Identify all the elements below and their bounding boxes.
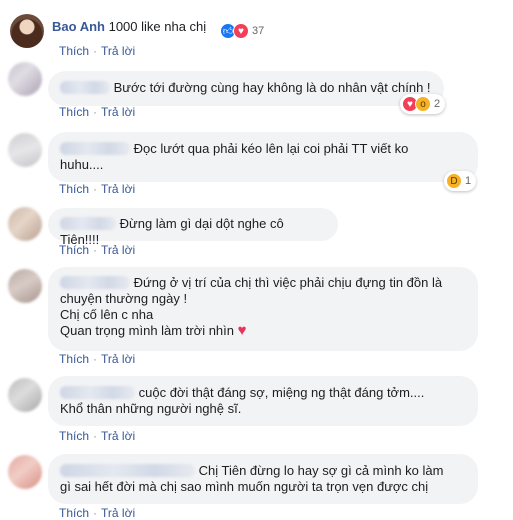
comment-bubble: Bước tới đường cùng hay không là do nhân… xyxy=(48,71,444,106)
comment: cuộc đời thật đáng sợ, miệng ng thật đán… xyxy=(0,372,513,452)
comment-actions: Thích · Trả lời xyxy=(59,352,136,366)
comment: Bước tới đường cùng hay không là do nhân… xyxy=(0,60,513,123)
reaction-count: 2 xyxy=(434,98,441,110)
comment-text-line: Chị cố lên c nha xyxy=(60,307,154,322)
like-button[interactable]: Thích xyxy=(59,105,89,119)
comment-text-line: chuyện thường ngày ! xyxy=(60,291,188,306)
like-button[interactable]: Thích xyxy=(59,44,89,58)
comment-text-line: Chị Tiên đừng lo hay sợ gì cả mình ko là… xyxy=(198,463,444,478)
comment-author[interactable] xyxy=(60,464,195,477)
comment-bubble: cuộc đời thật đáng sợ, miệng ng thật đán… xyxy=(48,376,478,426)
comment: Đọc lướt qua phải kéo lên lại coi phải T… xyxy=(0,123,513,200)
comment-actions: Thích · Trả lời xyxy=(59,506,136,520)
reply-button[interactable]: Trả lời xyxy=(101,243,135,257)
like-button[interactable]: Thích xyxy=(59,352,89,366)
comment-bubble: Đọc lướt qua phải kéo lên lại coi phải T… xyxy=(48,132,478,182)
comment-author[interactable] xyxy=(60,386,135,399)
haha-icon: D xyxy=(446,173,462,189)
comment-text-line: Đọc lướt qua phải kéo lên lại coi phải T… xyxy=(133,141,409,156)
reply-button[interactable]: Trả lời xyxy=(101,352,135,366)
comment-bubble: Bao Anh 1000 like nha chị xyxy=(52,19,206,35)
reply-button[interactable]: Trả lời xyxy=(101,506,135,520)
like-button[interactable]: Thích xyxy=(59,182,89,196)
comment-text-line: Quan trọng mình làm trời nhìn xyxy=(60,323,234,338)
comment: Bao Anh 1000 like nha chị 👍︎ ♥ 37 Thích ·… xyxy=(0,0,513,60)
comment-author[interactable] xyxy=(60,142,130,155)
like-button[interactable]: Thích xyxy=(59,506,89,520)
reaction-summary[interactable]: D 1 xyxy=(444,171,477,191)
comment-bubble: Chị Tiên đừng lo hay sợ gì cả mình ko là… xyxy=(48,454,478,504)
avatar[interactable] xyxy=(8,133,42,167)
comment-text: 1000 like nha chị xyxy=(108,19,207,34)
comment-actions: Thích · Trả lời xyxy=(59,182,136,196)
reply-button[interactable]: Trả lời xyxy=(101,429,135,443)
comment-actions: Thích · Trả lời xyxy=(59,429,136,443)
comment-text-line: huhu.... xyxy=(60,157,104,172)
reaction-summary[interactable]: 👍︎ ♥ 37 xyxy=(220,21,265,41)
love-icon: ♥ xyxy=(233,23,249,39)
reply-button[interactable]: Trả lời xyxy=(101,105,135,119)
comment-author[interactable] xyxy=(60,217,116,230)
comment-bubble: Đừng làm gì dại dột nghe cô Tiên!!!! xyxy=(48,208,338,247)
reaction-count: 37 xyxy=(252,25,265,37)
comment-author[interactable]: Bao Anh xyxy=(52,19,105,34)
comment-actions: Thích · Trả lời xyxy=(59,44,136,58)
wow-icon: o xyxy=(415,96,431,112)
comment-author[interactable] xyxy=(60,81,110,94)
comment-bubble: Đứng ở vị trí của chị thì việc phải chịu… xyxy=(48,267,478,351)
comment-text: Bước tới đường cùng hay không là do nhân… xyxy=(113,80,431,95)
avatar[interactable] xyxy=(8,378,42,412)
heart-emoji: ♥ xyxy=(237,322,247,339)
comment-text-line: gì sai hết đời mà chị sao mình muốn ngườ… xyxy=(60,479,429,494)
reply-button[interactable]: Trả lời xyxy=(101,182,135,196)
comment-author[interactable] xyxy=(60,276,130,289)
comment-actions: Thích · Trả lời xyxy=(59,105,136,119)
comment-text-line: Khổ thân những người nghệ sĩ. xyxy=(60,401,242,416)
avatar[interactable] xyxy=(8,207,42,241)
like-button[interactable]: Thích xyxy=(59,243,89,257)
comment-actions: Thích · Trả lời xyxy=(59,243,136,257)
reaction-count: 1 xyxy=(465,175,472,187)
comment-text-line: Đứng ở vị trí của chị thì việc phải chịu… xyxy=(133,275,443,290)
comment: Đừng làm gì dại dột nghe cô Tiên!!!! Thí… xyxy=(0,200,513,262)
comment: Đứng ở vị trí của chị thì việc phải chịu… xyxy=(0,262,513,372)
reaction-summary[interactable]: ♥ o 2 xyxy=(400,94,446,114)
avatar[interactable] xyxy=(8,62,42,96)
comment: Chị Tiên đừng lo hay sợ gì cả mình ko là… xyxy=(0,452,513,520)
like-button[interactable]: Thích xyxy=(59,429,89,443)
avatar[interactable] xyxy=(8,455,42,489)
avatar[interactable] xyxy=(10,14,44,48)
reply-button[interactable]: Trả lời xyxy=(101,44,135,58)
avatar[interactable] xyxy=(8,269,42,303)
comment-text-line: cuộc đời thật đáng sợ, miệng ng thật đán… xyxy=(138,385,425,400)
